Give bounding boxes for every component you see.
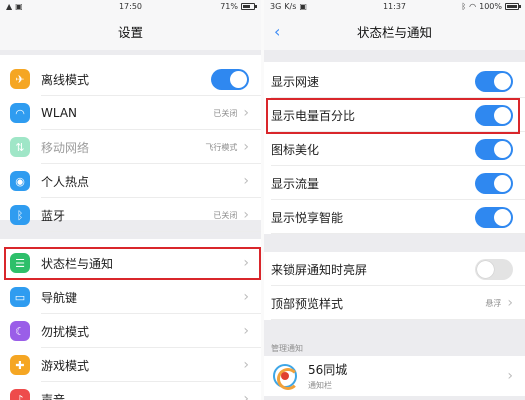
chevron-right-icon: ›	[243, 323, 249, 339]
toggle-row-label: 显示电量百分比	[271, 108, 356, 123]
settings-row-game[interactable]: ✚ 游戏模式 ›	[0, 348, 261, 382]
settings-row-value: 已关闭	[213, 210, 238, 220]
toggle-row-4[interactable]: 显示悦享智能	[264, 200, 525, 234]
setting-row-1[interactable]: 顶部预览样式 悬浮 ›	[264, 286, 525, 320]
toggle-knob	[494, 174, 511, 192]
chevron-right-icon: ›	[243, 289, 249, 305]
settings-row-status-bar[interactable]: ☰ 状态栏与通知 ›	[0, 246, 261, 280]
toggle-switch[interactable]	[211, 68, 249, 90]
settings-row-airplane[interactable]: ✈ 离线模式	[0, 62, 261, 96]
chevron-right-icon: ›	[243, 207, 249, 223]
setting-row-0[interactable]: 来锁屏通知时亮屏	[264, 252, 525, 286]
settings-row-label: 导航键	[41, 290, 78, 305]
toggle-switch[interactable]	[475, 258, 513, 280]
setting-row-value: 悬浮	[485, 298, 502, 308]
toggle-switch[interactable]	[475, 172, 513, 194]
toggle-knob	[477, 260, 494, 278]
settings-row-label: WLAN	[41, 106, 78, 120]
toggle-switch[interactable]	[475, 206, 513, 228]
status-bar-icon: ☰	[10, 253, 30, 273]
chevron-right-icon: ›	[243, 139, 249, 155]
settings-row-mobile-network[interactable]: ⇅ 移动网络 飞行模式 ›	[0, 130, 261, 164]
toggle-row-1[interactable]: 显示电量百分比	[264, 98, 525, 132]
row-divider	[271, 319, 525, 320]
toggle-row-3[interactable]: 显示流量	[264, 166, 525, 200]
settings-row-label: 蓝牙	[41, 208, 66, 223]
toggle-row-0[interactable]: 显示网速	[264, 64, 525, 98]
toggle-knob	[494, 106, 511, 124]
settings-row-label: 个人热点	[41, 174, 90, 189]
row-divider	[41, 231, 261, 232]
section-header: 管理通知	[271, 344, 303, 353]
setting-row-label: 来锁屏通知时亮屏	[271, 262, 368, 277]
chevron-right-icon: ›	[243, 391, 249, 400]
hotspot-icon: ◉	[10, 171, 30, 191]
toggle-row-2[interactable]: 图标美化	[264, 132, 525, 166]
status-bar: ▲ ▣ 17:50 71%	[0, 0, 261, 13]
battery-icon	[241, 3, 257, 10]
game-icon: ✚	[10, 355, 30, 375]
toggle-knob	[494, 140, 511, 158]
toggle-knob	[494, 208, 511, 226]
bluetooth-icon: ᛒ	[10, 205, 30, 225]
mobile-network-icon: ⇅	[10, 137, 30, 157]
page-title: 设置	[0, 13, 261, 50]
chevron-right-icon: ›	[507, 368, 513, 384]
app-text: 56同城通知栏	[308, 361, 347, 391]
moon-icon: ☾	[10, 321, 30, 341]
status-time: 17:50	[118, 2, 143, 11]
toggle-switch[interactable]	[475, 70, 513, 92]
wifi-icon: ◠	[10, 103, 30, 123]
chevron-right-icon: ›	[243, 173, 249, 189]
back-arrow-icon[interactable]: ‹	[274, 22, 280, 41]
app-notification-row[interactable]: 56同城通知栏 ›	[264, 356, 525, 396]
settings-row-sound[interactable]: ♪ 声音 ›	[0, 382, 261, 400]
settings-row-hotspot[interactable]: ◉ 个人热点 ›	[0, 164, 261, 198]
chevron-right-icon: ›	[243, 357, 249, 373]
chevron-right-icon: ›	[243, 255, 249, 271]
chevron-right-icon: ›	[243, 105, 249, 121]
toggle-switch[interactable]	[475, 138, 513, 160]
settings-row-navigation[interactable]: ▭ 导航键 ›	[0, 280, 261, 314]
sound-icon: ♪	[10, 389, 30, 400]
page-title-text: 状态栏与通知	[356, 25, 432, 40]
settings-row-value: 已关闭	[213, 108, 238, 118]
settings-row-label: 移动网络	[41, 140, 90, 155]
settings-row-value: 飞行模式	[205, 142, 238, 152]
settings-row-label: 勿扰模式	[41, 324, 90, 339]
airplane-icon: ✈	[10, 69, 30, 89]
status-bar: 3G K/s ▣ 11:37 ᛒ ◠ 100%	[264, 0, 525, 13]
settings-screen: ▲ ▣ 17:50 71% 设置 ✈ 离线模式 ◠ WLAN 已关闭 › ⇅ 移动网络 飞行模式…	[0, 0, 261, 400]
settings-row-label: 状态栏与通知	[41, 256, 114, 271]
setting-row-label: 顶部预览样式	[271, 296, 344, 311]
navigation-icon: ▭	[10, 287, 30, 307]
settings-row-label: 离线模式	[41, 72, 90, 87]
toggle-switch[interactable]	[475, 104, 513, 126]
toggle-row-label: 显示悦享智能	[271, 210, 344, 225]
status-bar-notifications-screen: 3G K/s ▣ 11:37 ᛒ ◠ 100% ‹ 状态栏与通知 显示网速显示电…	[264, 0, 525, 400]
app-name: 56同城	[308, 363, 348, 377]
settings-row-label: 游戏模式	[41, 358, 90, 373]
settings-row-moon[interactable]: ☾ 勿扰模式 ›	[0, 314, 261, 348]
page-title: ‹ 状态栏与通知	[264, 13, 525, 50]
toggle-row-label: 显示网速	[271, 74, 320, 89]
toggle-knob	[494, 72, 511, 90]
settings-row-bluetooth[interactable]: ᛒ 蓝牙 已关闭 ›	[0, 198, 261, 232]
settings-row-label: 声音	[41, 392, 66, 400]
toggle-knob	[230, 70, 247, 88]
row-divider	[271, 233, 525, 234]
app-subtitle: 通知栏	[308, 381, 332, 390]
chevron-right-icon: ›	[507, 295, 513, 311]
toggle-row-label: 图标美化	[271, 142, 320, 157]
settings-row-wifi[interactable]: ◠ WLAN 已关闭 ›	[0, 96, 261, 130]
status-time: 11:37	[382, 2, 407, 11]
battery-icon	[505, 3, 521, 10]
toggle-row-label: 显示流量	[271, 176, 320, 191]
app-logo-icon	[273, 364, 299, 390]
